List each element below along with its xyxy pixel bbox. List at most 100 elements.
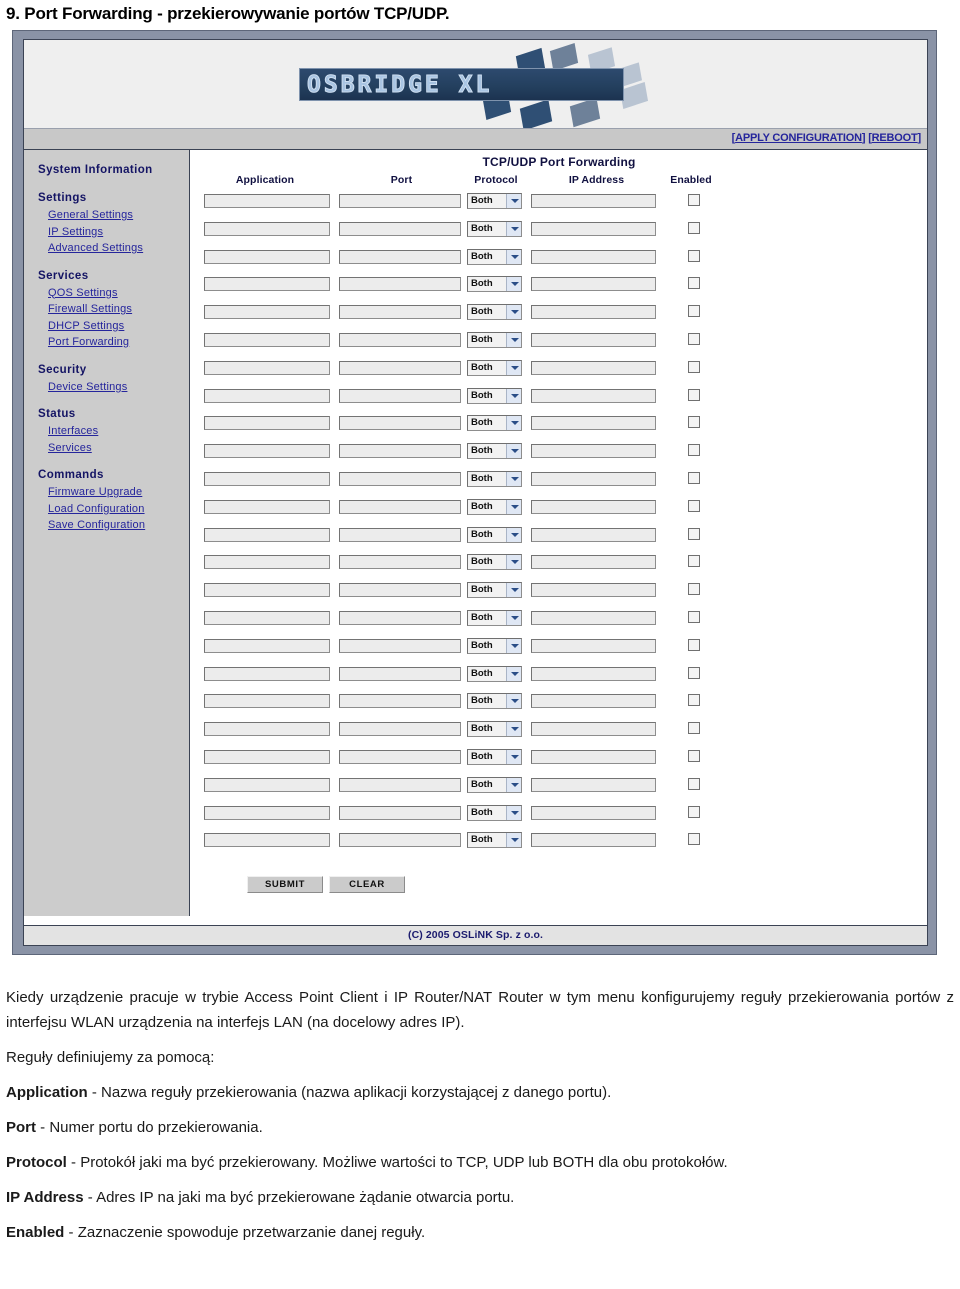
application-input[interactable] — [204, 249, 330, 264]
application-input[interactable] — [204, 833, 330, 848]
port-input[interactable] — [339, 221, 461, 236]
application-input[interactable] — [204, 305, 330, 320]
enabled-checkbox[interactable] — [688, 833, 700, 846]
application-input[interactable] — [204, 583, 330, 598]
protocol-select[interactable]: Both — [467, 582, 522, 599]
ip-address-input[interactable] — [531, 499, 656, 514]
protocol-select[interactable]: Both — [467, 498, 522, 515]
application-input[interactable] — [204, 360, 330, 375]
protocol-select[interactable]: Both — [467, 665, 522, 682]
ip-address-input[interactable] — [531, 749, 656, 764]
port-input[interactable] — [339, 749, 461, 764]
chevron-down-icon[interactable] — [506, 555, 521, 570]
reboot-link[interactable]: REBOOT — [872, 132, 918, 144]
sidebar-item-save-configuration[interactable]: Save Configuration — [48, 517, 189, 534]
chevron-down-icon[interactable] — [506, 249, 521, 264]
protocol-select[interactable]: Both — [467, 748, 522, 765]
sidebar-item-port-forwarding[interactable]: Port Forwarding — [48, 334, 189, 351]
port-input[interactable] — [339, 527, 461, 542]
sidebar-item-general-settings[interactable]: General Settings — [48, 207, 189, 224]
chevron-down-icon[interactable] — [506, 305, 521, 320]
application-input[interactable] — [204, 277, 330, 292]
protocol-select[interactable]: Both — [467, 554, 522, 571]
ip-address-input[interactable] — [531, 332, 656, 347]
protocol-select[interactable]: Both — [467, 193, 522, 209]
application-input[interactable] — [204, 332, 330, 347]
application-input[interactable] — [204, 555, 330, 570]
enabled-checkbox[interactable] — [688, 444, 700, 457]
ip-address-input[interactable] — [531, 360, 656, 375]
ip-address-input[interactable] — [531, 305, 656, 320]
ip-address-input[interactable] — [531, 527, 656, 542]
protocol-select[interactable]: Both — [467, 248, 522, 265]
enabled-checkbox[interactable] — [688, 583, 700, 596]
protocol-select[interactable]: Both — [467, 832, 522, 849]
protocol-select[interactable]: Both — [467, 387, 522, 404]
ip-address-input[interactable] — [531, 555, 656, 570]
ip-address-input[interactable] — [531, 638, 656, 653]
chevron-down-icon[interactable] — [506, 638, 521, 653]
ip-address-input[interactable] — [531, 610, 656, 625]
application-input[interactable] — [204, 722, 330, 737]
application-input[interactable] — [204, 471, 330, 486]
chevron-down-icon[interactable] — [506, 583, 521, 598]
chevron-down-icon[interactable] — [506, 277, 521, 292]
enabled-checkbox[interactable] — [688, 666, 700, 679]
enabled-checkbox[interactable] — [688, 777, 700, 790]
application-input[interactable] — [204, 749, 330, 764]
enabled-checkbox[interactable] — [688, 722, 700, 735]
port-input[interactable] — [339, 777, 461, 792]
sidebar-item-services[interactable]: Services — [48, 440, 189, 457]
port-input[interactable] — [339, 277, 461, 292]
enabled-checkbox[interactable] — [688, 694, 700, 707]
protocol-select[interactable]: Both — [467, 443, 522, 460]
ip-address-input[interactable] — [531, 194, 656, 208]
ip-address-input[interactable] — [531, 471, 656, 486]
sidebar-item-firewall-settings[interactable]: Firewall Settings — [48, 301, 189, 318]
protocol-select[interactable]: Both — [467, 693, 522, 710]
enabled-checkbox[interactable] — [688, 277, 700, 290]
sidebar-item-device-settings[interactable]: Device Settings — [48, 379, 189, 396]
protocol-select[interactable]: Both — [467, 637, 522, 654]
enabled-checkbox[interactable] — [688, 555, 700, 568]
sidebar-item-qos-settings[interactable]: QOS Settings — [48, 285, 189, 302]
ip-address-input[interactable] — [531, 694, 656, 709]
protocol-select[interactable]: Both — [467, 276, 522, 293]
chevron-down-icon[interactable] — [506, 471, 521, 486]
protocol-select[interactable]: Both — [467, 776, 522, 793]
port-input[interactable] — [339, 305, 461, 320]
submit-button[interactable]: SUBMIT — [247, 876, 323, 894]
enabled-checkbox[interactable] — [688, 805, 700, 818]
chevron-down-icon[interactable] — [506, 805, 521, 820]
enabled-checkbox[interactable] — [688, 305, 700, 318]
ip-address-input[interactable] — [531, 249, 656, 264]
sidebar-item-firmware-upgrade[interactable]: Firmware Upgrade — [48, 484, 189, 501]
enabled-checkbox[interactable] — [688, 194, 700, 206]
port-input[interactable] — [339, 666, 461, 681]
chevron-down-icon[interactable] — [506, 527, 521, 542]
application-input[interactable] — [204, 610, 330, 625]
protocol-select[interactable]: Both — [467, 304, 522, 321]
port-input[interactable] — [339, 694, 461, 709]
chevron-down-icon[interactable] — [506, 194, 521, 208]
application-input[interactable] — [204, 221, 330, 236]
clear-button[interactable]: CLEAR — [329, 876, 405, 894]
application-input[interactable] — [204, 499, 330, 514]
enabled-checkbox[interactable] — [688, 749, 700, 762]
port-input[interactable] — [339, 638, 461, 653]
enabled-checkbox[interactable] — [688, 416, 700, 429]
protocol-select[interactable]: Both — [467, 804, 522, 821]
chevron-down-icon[interactable] — [506, 749, 521, 764]
application-input[interactable] — [204, 638, 330, 653]
protocol-select[interactable]: Both — [467, 415, 522, 432]
port-input[interactable] — [339, 388, 461, 403]
ip-address-input[interactable] — [531, 388, 656, 403]
ip-address-input[interactable] — [531, 221, 656, 236]
application-input[interactable] — [204, 694, 330, 709]
application-input[interactable] — [204, 805, 330, 820]
protocol-select[interactable]: Both — [467, 359, 522, 376]
enabled-checkbox[interactable] — [688, 388, 700, 401]
application-input[interactable] — [204, 194, 330, 208]
port-input[interactable] — [339, 583, 461, 598]
port-input[interactable] — [339, 833, 461, 848]
